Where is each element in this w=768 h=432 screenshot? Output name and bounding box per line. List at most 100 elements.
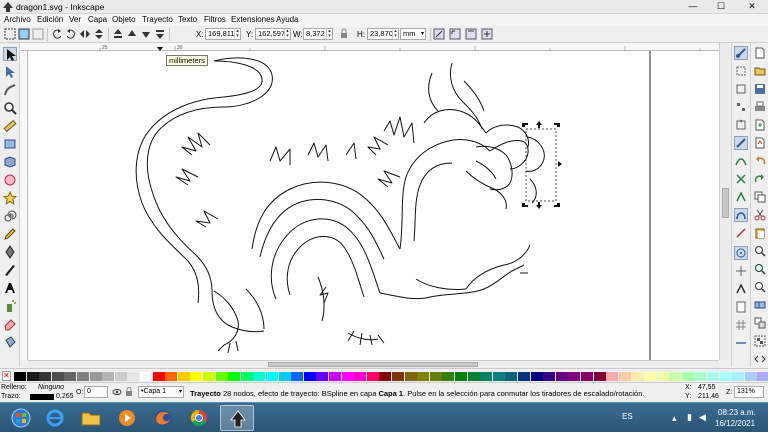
xml-editor-icon[interactable] [754, 353, 766, 365]
menu-filtros[interactable]: Filtros [204, 15, 226, 24]
menu-archivo[interactable]: Archivo [4, 15, 31, 24]
select-all-layers-icon[interactable] [18, 28, 30, 40]
y-field[interactable]: 162,597 ▴ ▾ [255, 28, 291, 40]
no-paint-swatch[interactable]: ✕ [2, 371, 11, 381]
dragon-outline[interactable] [135, 57, 545, 354]
color-swatch[interactable] [266, 372, 278, 381]
horizontal-scrollbar[interactable] [28, 360, 719, 368]
zoom-field[interactable]: 131% [734, 386, 764, 398]
open-icon[interactable] [754, 65, 766, 77]
color-swatch[interactable] [152, 372, 165, 381]
color-swatch[interactable] [719, 372, 732, 381]
minimize-button[interactable]: — [680, 0, 706, 14]
color-swatch[interactable] [278, 372, 291, 381]
color-swatch[interactable] [177, 372, 190, 381]
color-swatch[interactable] [568, 372, 581, 381]
color-swatch[interactable] [102, 372, 115, 381]
snap-bbox-edges-icon[interactable] [735, 83, 747, 95]
color-swatch[interactable] [757, 372, 768, 381]
duplicate-icon[interactable] [754, 299, 766, 311]
zoom-icon[interactable] [3, 101, 17, 115]
menu-edicion[interactable]: Edición [37, 15, 63, 24]
color-swatch[interactable] [669, 372, 682, 381]
color-swatch[interactable] [593, 372, 606, 381]
color-swatch[interactable] [505, 372, 518, 381]
color-swatch[interactable] [392, 372, 404, 381]
calligraphy-icon[interactable] [3, 263, 17, 277]
export-icon[interactable] [754, 137, 766, 149]
group-icon[interactable] [754, 335, 766, 347]
x-field[interactable]: 169,811 ▴ ▾ [205, 28, 241, 40]
color-swatch[interactable] [26, 372, 39, 381]
redo-icon[interactable] [754, 173, 766, 185]
snap-midpoint-icon[interactable] [735, 227, 747, 239]
copy-icon[interactable] [754, 191, 766, 203]
color-swatch[interactable] [316, 372, 329, 381]
tweak-icon[interactable] [3, 83, 17, 97]
vertical-scrollbar[interactable] [719, 43, 731, 360]
tray-arrow-icon[interactable]: ▴ [672, 413, 677, 424]
spray-icon[interactable] [3, 299, 17, 313]
snap-bbox-icon[interactable] [735, 65, 747, 77]
unit-select[interactable]: mm ▾ [400, 28, 426, 40]
zoom-drawing-icon[interactable] [754, 263, 766, 275]
undo-icon[interactable] [754, 155, 766, 167]
raise-to-top-icon[interactable] [112, 28, 124, 40]
layer-lock-icon[interactable] [124, 387, 134, 397]
fill-value[interactable]: Ninguno [38, 384, 64, 391]
rect-icon[interactable] [3, 137, 17, 151]
menu-trayecto[interactable]: Trayecto [142, 15, 173, 24]
paste-icon[interactable] [754, 227, 766, 239]
explorer-icon[interactable] [74, 405, 108, 431]
chrome-icon[interactable] [182, 405, 216, 431]
clock-date[interactable]: 16/12/2021 [715, 419, 755, 428]
network-icon[interactable]: ▮ [687, 412, 692, 423]
color-swatch[interactable] [429, 372, 442, 381]
color-swatch[interactable] [140, 372, 152, 381]
menu-capa[interactable]: Capa [88, 15, 107, 24]
pencil-icon[interactable] [3, 227, 17, 241]
color-swatch[interactable] [165, 372, 178, 381]
snap-paths-icon[interactable] [735, 155, 747, 167]
drawing-canvas[interactable]: millimeters [28, 51, 719, 360]
menu-texto[interactable]: Texto [178, 15, 197, 24]
color-swatch[interactable] [240, 372, 253, 381]
color-swatch[interactable] [606, 372, 619, 381]
start-button[interactable] [4, 405, 38, 431]
color-swatch[interactable] [631, 372, 644, 381]
selector-icon[interactable] [3, 47, 17, 61]
lower-icon[interactable] [140, 28, 152, 40]
clone-icon[interactable] [754, 317, 766, 329]
snap-grid-icon[interactable] [735, 319, 747, 331]
color-swatch[interactable] [530, 372, 543, 381]
opacity-field[interactable]: 0 [84, 386, 108, 398]
menu-ver[interactable]: Ver [69, 15, 81, 24]
snap-rotation-center-icon[interactable] [735, 265, 747, 277]
snap-nodes-icon[interactable] [734, 136, 748, 150]
snap-object-center-icon[interactable] [734, 246, 748, 260]
menu-extensiones[interactable]: Extensiones [231, 15, 275, 24]
color-swatch[interactable] [744, 372, 757, 381]
node-icon[interactable] [3, 65, 17, 79]
color-swatch[interactable] [518, 372, 530, 381]
flip-horizontal-icon[interactable] [79, 28, 91, 40]
vertical-scroll-thumb[interactable] [722, 188, 729, 218]
color-swatch[interactable] [64, 372, 77, 381]
color-swatch[interactable] [543, 372, 556, 381]
color-swatch[interactable] [404, 372, 417, 381]
import-icon[interactable] [754, 119, 766, 131]
transform-gradient-icon[interactable] [465, 28, 477, 40]
close-button[interactable]: ✕ [736, 0, 768, 14]
h-field[interactable]: 23,870 ▴ ▾ [367, 28, 399, 40]
stroke-width[interactable]: 0,265 [56, 393, 74, 400]
color-swatch[interactable] [467, 372, 480, 381]
scale-stroke-icon[interactable] [433, 28, 445, 40]
color-swatch[interactable] [341, 372, 354, 381]
color-swatch[interactable] [89, 372, 102, 381]
snap-cusp-icon[interactable] [735, 191, 747, 203]
firefox-icon[interactable] [146, 405, 180, 431]
color-swatch[interactable] [492, 372, 505, 381]
w-field[interactable]: 8,372 ▴ ▾ [303, 28, 333, 40]
color-swatch[interactable] [442, 372, 455, 381]
zoom-page-icon[interactable] [754, 281, 766, 293]
